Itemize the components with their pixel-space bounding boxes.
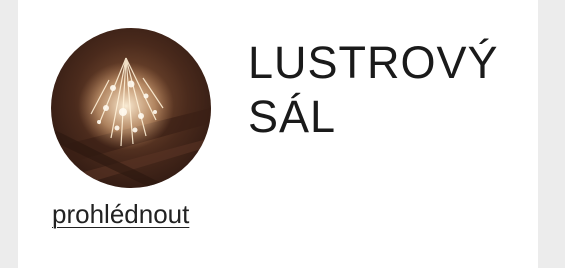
room-title-line-1: LUSTROVÝ xyxy=(248,37,499,88)
room-title-line-2: SÁL xyxy=(248,91,337,142)
room-title: LUSTROVÝ SÁL xyxy=(248,36,528,144)
room-card: LUSTROVÝ SÁL prohlédnout xyxy=(18,0,538,268)
chandelier-photo[interactable] xyxy=(51,28,211,188)
view-link[interactable]: prohlédnout xyxy=(52,197,189,231)
